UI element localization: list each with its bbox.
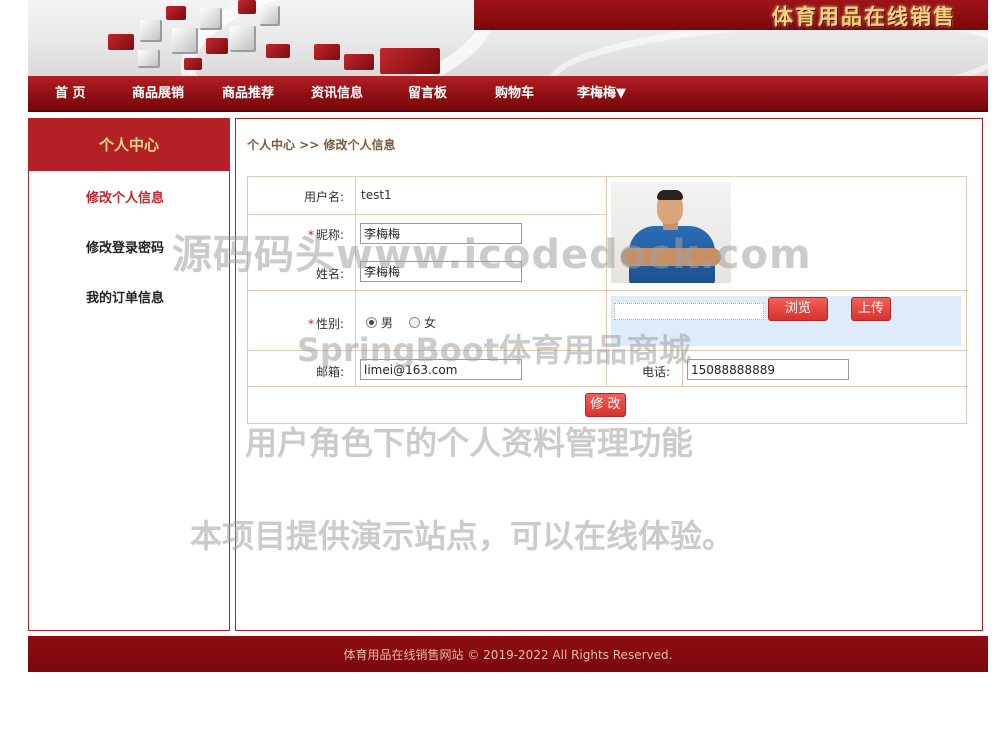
nav-item-recommended[interactable]: 商品推荐	[222, 76, 274, 112]
breadcrumb: 个人中心 >> 修改个人信息	[247, 138, 396, 152]
sidebar-item-my-orders[interactable]: 我的订单信息	[86, 287, 164, 306]
sidebar: 个人中心 修改个人信息 修改登录密码 我的订单信息	[28, 118, 230, 631]
sidebar-item-change-password[interactable]: 修改登录密码	[86, 237, 164, 256]
gender-label: * 性别:	[307, 317, 344, 331]
avatar-photo	[611, 182, 731, 283]
phone-label: 电话:	[641, 365, 670, 379]
username-label: 用户名:	[303, 190, 344, 204]
file-path-input[interactable]	[614, 303, 764, 320]
sidebar-title: 个人中心	[29, 119, 229, 171]
site-title: 体育用品在线销售	[772, 4, 956, 29]
main-nav: 首 页 商品展销 商品推荐 资讯信息 留言板 购物车 李梅梅▼	[28, 76, 988, 112]
nickname-label: * 昵称:	[307, 228, 344, 242]
gender-male-radio[interactable]	[366, 317, 377, 328]
nav-item-user-menu[interactable]: 李梅梅▼	[577, 76, 626, 112]
profile-form: 用户名: test1 *昵称: 姓名: *性别: 男 女 浏览 上传 邮箱:	[247, 176, 968, 424]
banner-cubes-graphic	[88, 0, 508, 76]
nav-item-guestbook[interactable]: 留言板	[408, 76, 447, 112]
phone-input[interactable]	[687, 359, 849, 380]
realname-label: 姓名:	[315, 267, 344, 281]
nav-item-news[interactable]: 资讯信息	[311, 76, 363, 112]
footer-copyright: 体育用品在线销售网站 © 2019-2022 All Rights Reserv…	[343, 648, 673, 662]
main-panel: 个人中心 >> 修改个人信息 用户名: test1 *昵称: 姓名: *性别: …	[235, 118, 983, 631]
gender-female-label: 女	[424, 316, 437, 330]
gender-male-label: 男	[381, 316, 394, 330]
avatar-upload-area: 浏览 上传	[611, 296, 961, 346]
sidebar-item-edit-profile[interactable]: 修改个人信息	[86, 187, 164, 206]
submit-button[interactable]: 修 改	[585, 393, 626, 417]
email-label: 邮箱:	[315, 365, 344, 379]
header-banner: 体育用品在线销售	[28, 0, 988, 76]
nickname-input[interactable]	[360, 223, 522, 244]
footer: 体育用品在线销售网站 © 2019-2022 All Rights Reserv…	[28, 636, 988, 672]
username-value: test1	[361, 188, 392, 202]
upload-button[interactable]: 上传	[851, 297, 891, 321]
nav-item-home[interactable]: 首 页	[55, 76, 86, 112]
nav-item-products[interactable]: 商品展销	[132, 76, 184, 112]
email-input[interactable]	[360, 359, 522, 380]
nav-item-cart[interactable]: 购物车	[495, 76, 534, 112]
realname-input[interactable]	[360, 261, 522, 282]
gender-female-radio[interactable]	[409, 317, 420, 328]
browse-button[interactable]: 浏览	[768, 297, 828, 321]
